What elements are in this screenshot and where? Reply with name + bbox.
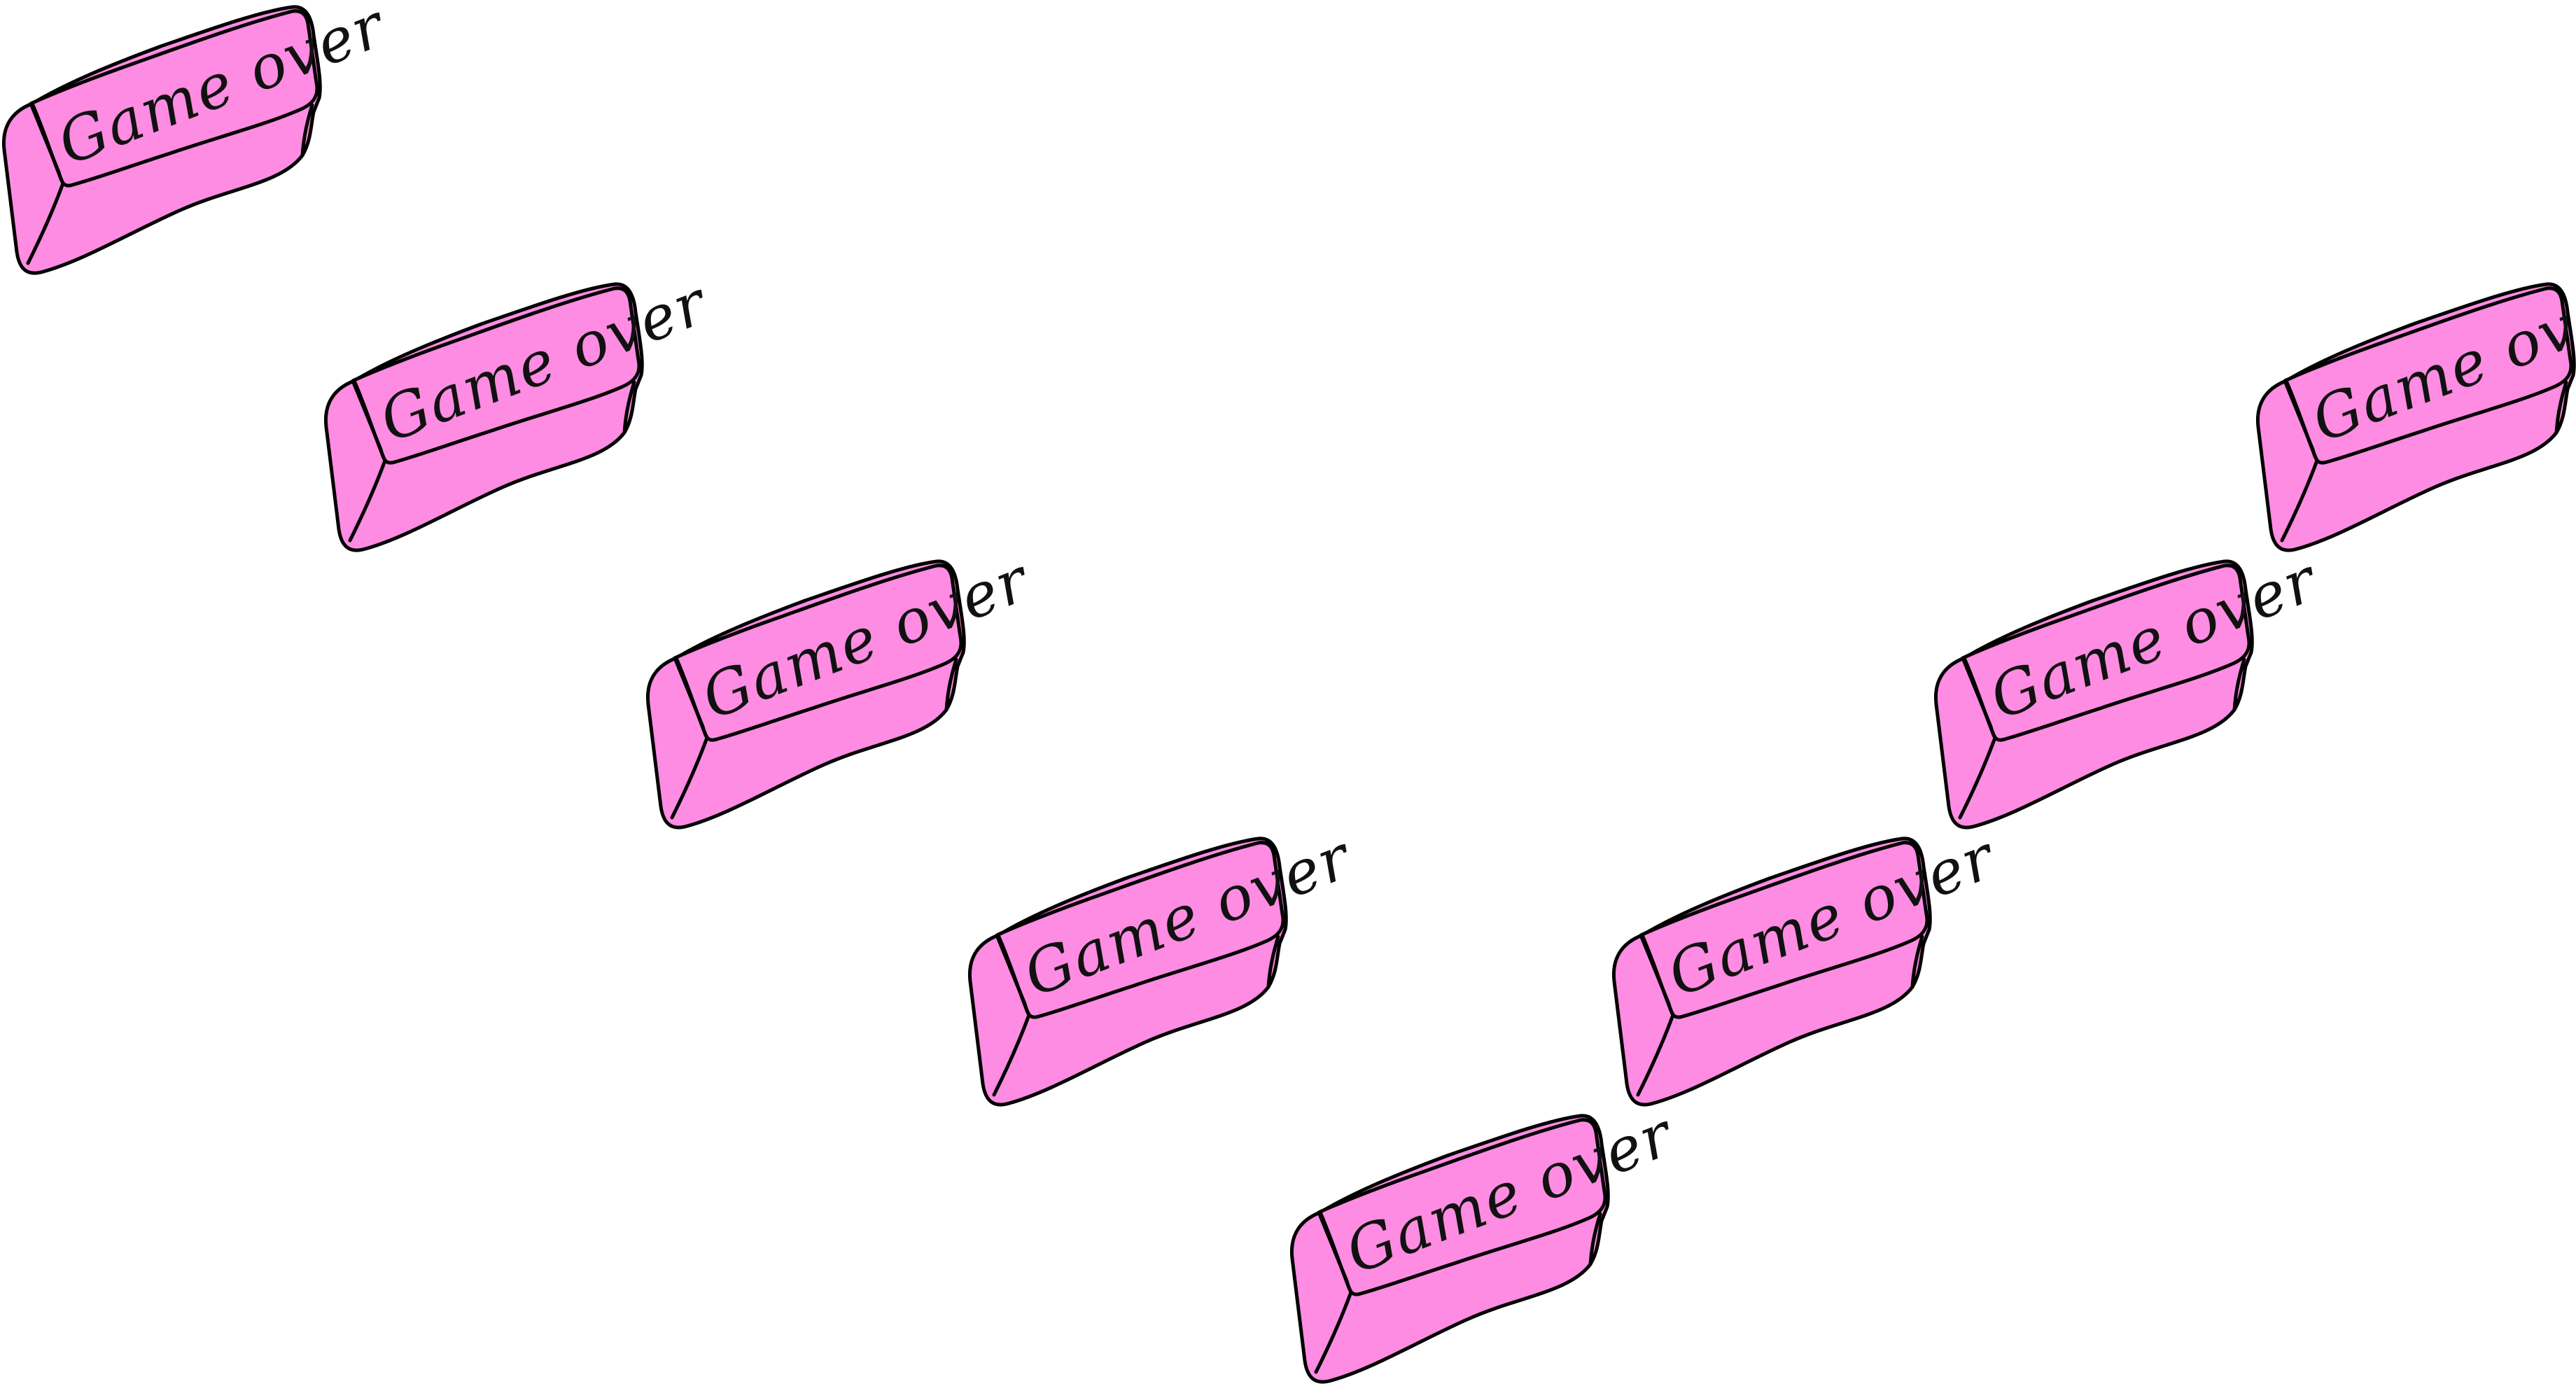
eraser-pattern-canvas: Game over Game over Game over Game over … — [0, 0, 2576, 1386]
